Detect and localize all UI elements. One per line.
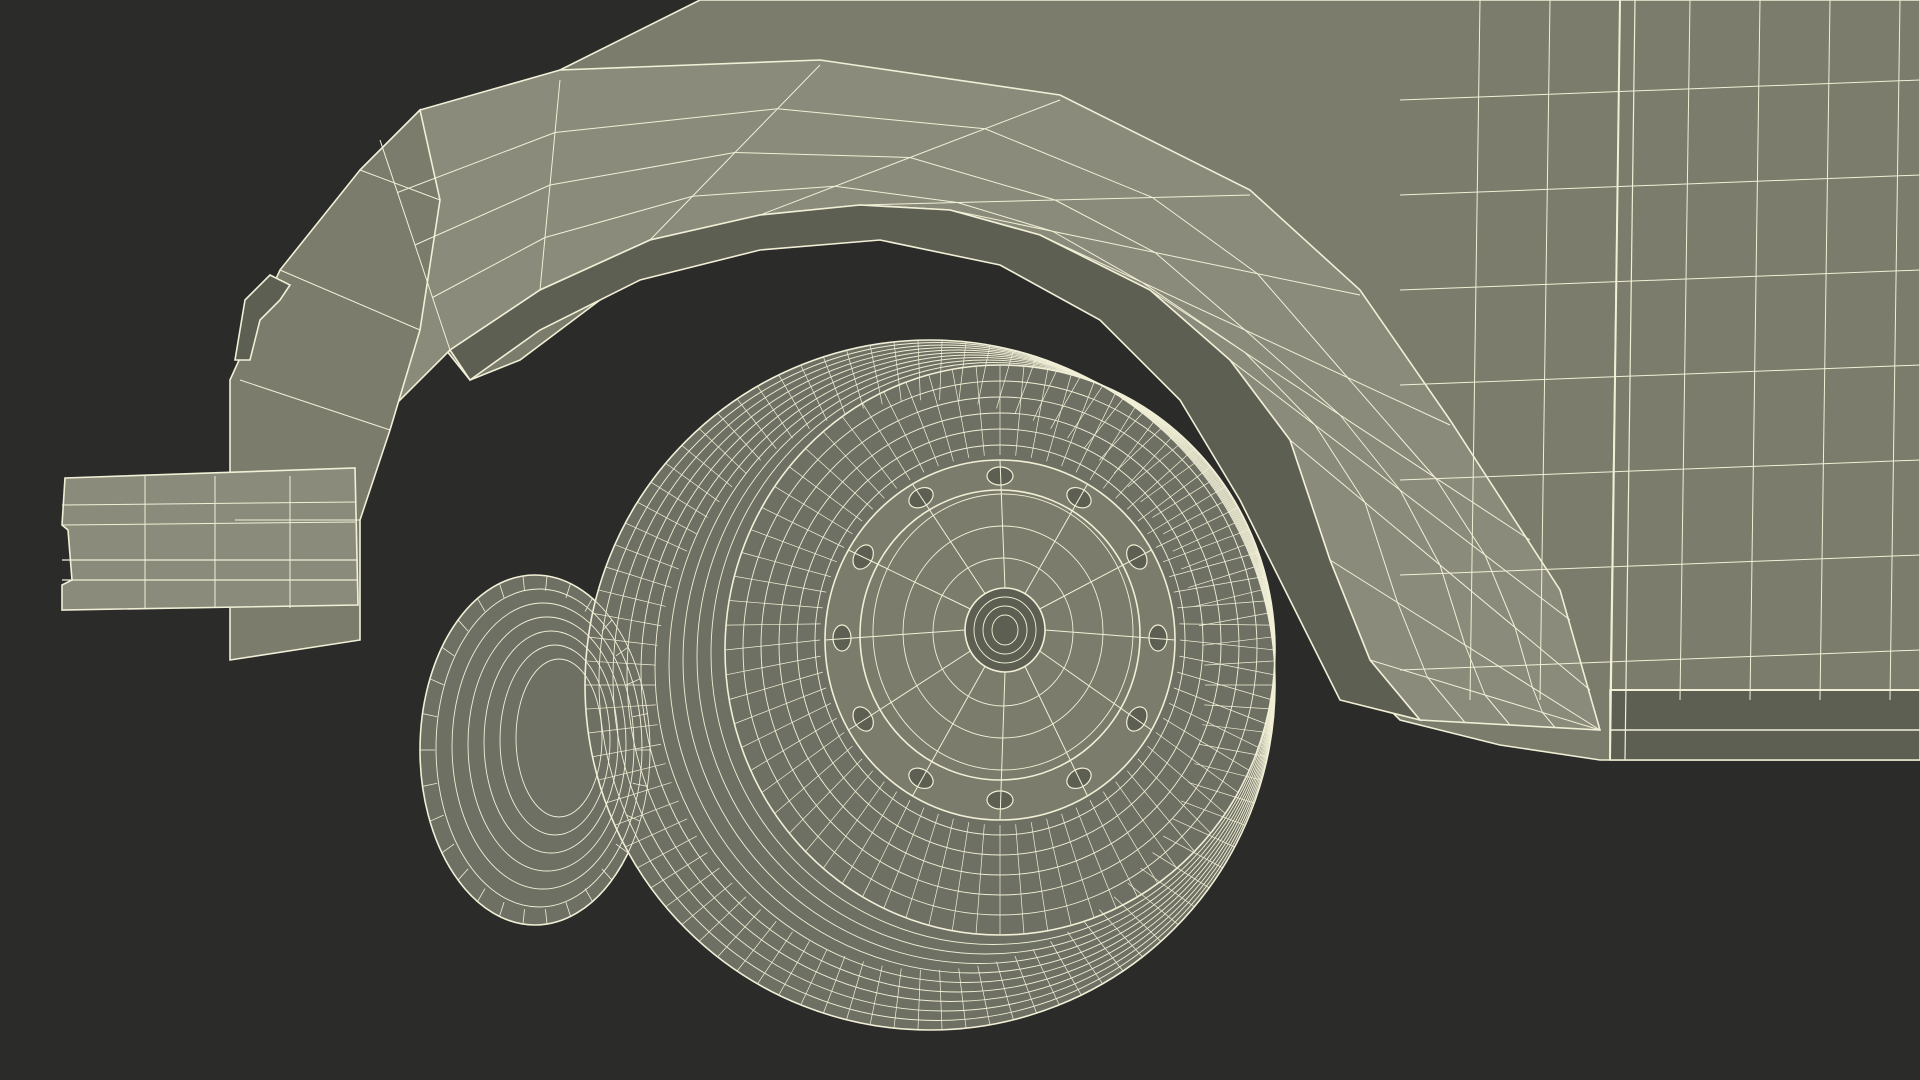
bumper-bar bbox=[61, 467, 359, 611]
hubcap bbox=[964, 587, 1046, 673]
rocker-panel bbox=[1609, 689, 1920, 761]
front-bumper bbox=[61, 467, 359, 611]
wireframe-render bbox=[0, 0, 1920, 1080]
render-viewport bbox=[0, 0, 1920, 1080]
